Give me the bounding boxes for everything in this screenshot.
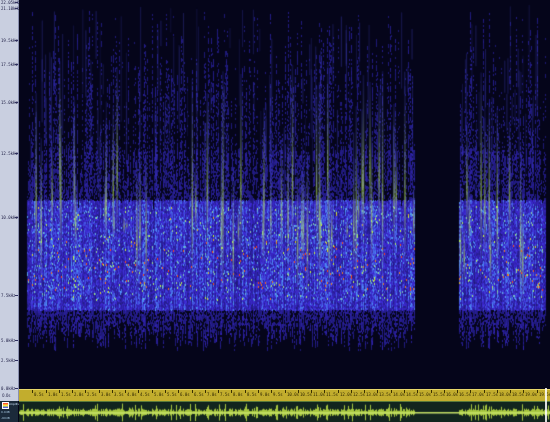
time-ruler-tick [245, 390, 246, 393]
waveform-overview[interactable] [19, 401, 550, 422]
time-ruler-tick [431, 390, 432, 393]
freq-axis-tick [15, 295, 18, 296]
spectrogram-view[interactable] [19, 0, 550, 388]
time-ruler-tick [537, 390, 538, 393]
time-ruler-label: 2.5s [87, 392, 97, 397]
amplitude-bottom-value: -60dB [1, 416, 10, 420]
time-ruler-tick [271, 390, 272, 393]
time-ruler-tick [218, 390, 219, 393]
time-ruler-tick [99, 390, 100, 393]
freq-axis-label: 5.0kHz [1, 338, 16, 343]
freq-axis-label: 2.5kHz [1, 358, 16, 363]
time-ruler-tick [470, 390, 471, 393]
freq-axis-tick [15, 388, 18, 389]
time-ruler-tick [457, 390, 458, 393]
time-ruler-tick [285, 390, 286, 393]
ruler-origin-label: 0.0s [2, 393, 11, 398]
time-ruler-tick [338, 390, 339, 393]
time-ruler-label: 17.0s [472, 392, 485, 397]
time-ruler-tick [484, 390, 485, 393]
time-ruler-tick [324, 390, 325, 393]
playhead-cursor[interactable] [545, 388, 547, 422]
time-ruler-label: 8.0s [233, 392, 243, 397]
time-ruler-tick [138, 390, 139, 393]
time-ruler-label: 11.5s [326, 392, 339, 397]
time-ruler-tick [178, 390, 179, 393]
freq-axis-tick [15, 2, 18, 3]
time-ruler-tick [364, 390, 365, 393]
time-ruler-label: 6.5s [194, 392, 204, 397]
time-ruler-tick [125, 390, 126, 393]
time-ruler-tick [510, 390, 511, 393]
time-ruler-tick [112, 390, 113, 393]
amplitude-legend: Amplitude 0.0dB -60dB [0, 401, 23, 422]
freq-axis-tick [15, 360, 18, 361]
freq-axis-tick [15, 153, 18, 154]
time-ruler-tick [85, 390, 86, 393]
frequency-axis: 22.05kHz 21.10kHz 19.5kHz 17.5kHz 15.0kHz 12.… [0, 0, 20, 392]
freq-axis-tick [15, 217, 18, 218]
waveform-canvas[interactable] [19, 402, 550, 422]
time-ruler-label: 15.0s [419, 392, 432, 397]
time-ruler-tick [391, 390, 392, 393]
time-ruler-label: 8.5s [247, 392, 257, 397]
time-ruler-label: 0.5s [34, 392, 44, 397]
time-ruler-tick [72, 390, 73, 393]
time-ruler-label: 7.5s [220, 392, 230, 397]
time-ruler-tick [444, 390, 445, 393]
time-ruler-label: 7.0s [207, 392, 217, 397]
time-ruler-tick [497, 390, 498, 393]
time-ruler-label: 13.5s [379, 392, 392, 397]
time-ruler-label: 4.0s [127, 392, 137, 397]
time-ruler-label: 1.0s [48, 392, 58, 397]
time-ruler-tick [152, 390, 153, 393]
time-ruler-label: 5.0s [154, 392, 164, 397]
time-ruler-label: 5.5s [167, 392, 177, 397]
time-ruler-tick [46, 390, 47, 393]
ruler-corner: 0.0s [0, 392, 19, 401]
time-ruler-label: 6.0s [180, 392, 190, 397]
time-ruler-tick [377, 390, 378, 393]
time-ruler-tick [298, 390, 299, 393]
time-ruler-tick [32, 390, 33, 393]
time-ruler-tick [231, 390, 232, 393]
time-ruler-tick [404, 390, 405, 393]
freq-axis-tick [15, 8, 18, 9]
time-ruler-tick [351, 390, 352, 393]
freq-axis-tick [15, 340, 18, 341]
time-ruler-tick [59, 390, 60, 393]
time-ruler-tick [165, 390, 166, 393]
spectrogram-window: 22.05kHz 21.10kHz 19.5kHz 17.5kHz 15.0kHz 12.… [0, 0, 550, 422]
time-ruler-label: 1.5s [61, 392, 71, 397]
amplitude-top-value: 0.0dB [1, 410, 10, 414]
time-ruler-tick [258, 390, 259, 393]
freq-axis-tick [15, 102, 18, 103]
time-ruler-label: 2.0s [74, 392, 84, 397]
time-ruler-tick [523, 390, 524, 393]
time-ruler-label: 9.5s [273, 392, 283, 397]
time-ruler-label: 4.5s [140, 392, 150, 397]
time-ruler-tick [417, 390, 418, 393]
time-ruler-tick [311, 390, 312, 393]
spectrogram-canvas[interactable] [19, 0, 550, 388]
time-ruler-tick [192, 390, 193, 393]
freq-axis-tick [15, 64, 18, 65]
time-ruler-label: 3.0s [101, 392, 111, 397]
freq-axis-tick [15, 40, 18, 41]
time-ruler-tick [205, 390, 206, 393]
time-ruler-label: 19.0s [525, 392, 538, 397]
freq-axis-label: 0.0kHz [1, 386, 16, 391]
time-ruler-label: 9.0s [260, 392, 270, 397]
time-ruler-label: 3.5s [114, 392, 124, 397]
freq-axis-label: 7.5kHz [1, 293, 16, 298]
